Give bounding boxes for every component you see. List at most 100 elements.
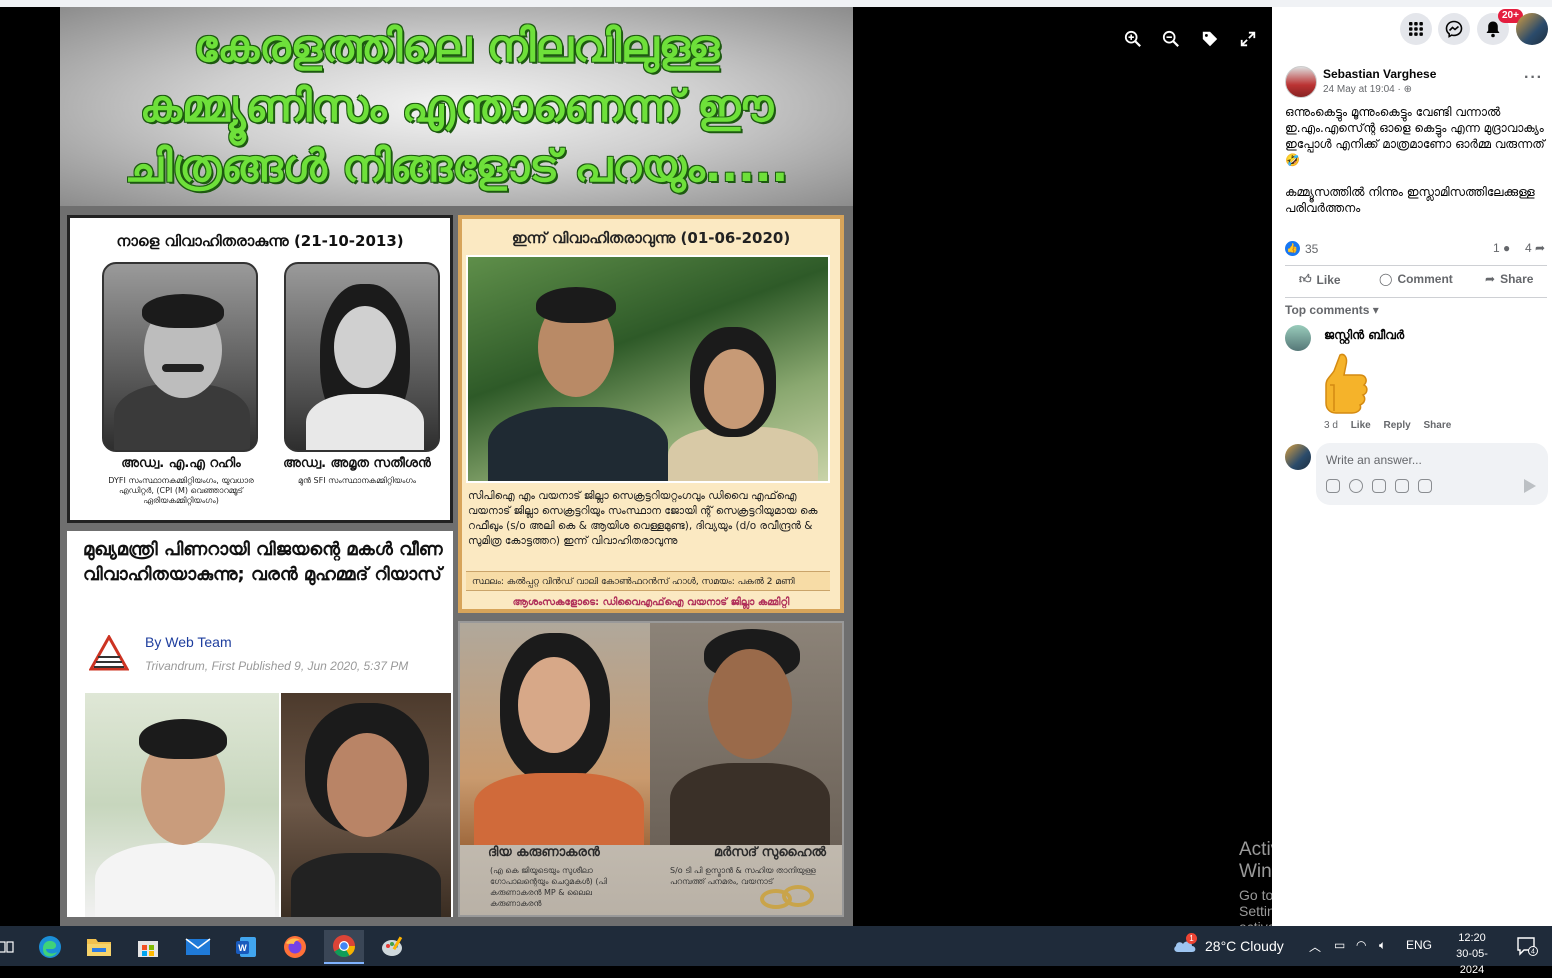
comment-icon: ◯ [1379, 272, 1393, 286]
reply-tools [1326, 479, 1432, 493]
like-label: Like [1316, 272, 1341, 287]
commenter-name[interactable]: ജസ്റ്റിൻ ബീവർ [1324, 328, 1404, 343]
article-meta: Trivandrum, First Published 9, Jun 2020,… [145, 659, 409, 673]
thumbs-up-icon: 👍︎ [1299, 272, 1312, 286]
meet-now-icon[interactable]: ▭ [1334, 938, 1345, 952]
wedding-notice-2013: നാളെ വിവാഹിതരാകുന്നു (21-10-2013) അഡ്വ. … [67, 215, 453, 523]
chevron-up-icon[interactable]: ︿ [1309, 938, 1321, 955]
ring-icon [782, 885, 814, 907]
comment-sort-dropdown[interactable]: Top comments ▾ [1285, 303, 1379, 317]
weather-text[interactable]: 28°C Cloudy [1205, 938, 1284, 954]
bride-name: അഡ്വ. അമൃത സതീശൻ [283, 456, 431, 471]
notice-venue: സ്ഥലം: കൽപ്പറ്റ വിൻഡ് വാലി കോൺഫറൻസ് ഹാൾ,… [466, 571, 830, 591]
share-arrow-icon: ➦ [1531, 241, 1546, 255]
divider [1285, 297, 1547, 298]
store-icon[interactable] [128, 930, 168, 964]
comment-like-button[interactable]: Like [1351, 420, 1371, 431]
zoom-in-icon[interactable] [1119, 25, 1147, 53]
notice-greeting: ആശംസകളോടെ: ഡിവൈഎഫ്ഐ വയനാട് ജില്ലാ കമ്മിറ… [512, 597, 790, 608]
action-center-count: 4 [1531, 949, 1535, 956]
share-icon: ➦ [1485, 272, 1496, 286]
comment-count[interactable]: 1 ● [1493, 241, 1510, 255]
clock-time: 12:20 [1458, 932, 1486, 944]
article-headline: മുഖ്യമന്ത്രി പിണറായി വിജയന്റെ മകൾ വീണ വി… [83, 539, 443, 585]
author-name[interactable]: Sebastian Varghese [1323, 67, 1436, 81]
action-center-icon[interactable]: 4 [1516, 936, 1538, 956]
photo-viewer: കേരളത്തിലെ നിലവിലുള്ള കമ്മ്യൂണിസം എന്താണ… [0, 7, 1316, 951]
camera-icon[interactable] [1372, 479, 1386, 493]
asianet-logo-icon [89, 635, 129, 671]
edge-icon[interactable] [30, 930, 70, 964]
messenger-icon[interactable] [1438, 13, 1470, 45]
chevron-down-icon: ▾ [1372, 303, 1379, 317]
paint-icon[interactable] [373, 930, 413, 964]
bride-photo [460, 623, 650, 845]
post-timestamp[interactable]: 24 May at 19:04 · ⊕ [1323, 84, 1412, 95]
comment-sort-label: Top comments [1285, 303, 1370, 317]
like-count[interactable]: 35 [1305, 242, 1318, 256]
menu-grid-icon[interactable] [1400, 13, 1432, 45]
notice-body: സിപിഐ എം വയനാട് ജില്ലാ സെക്രട്ടറിയറ്റംഗവ… [468, 490, 818, 547]
divider [1285, 265, 1547, 266]
groom-photo [650, 623, 842, 845]
speaker-muted-icon[interactable]: 🔈︎ [1379, 938, 1386, 953]
post-actions: 👍︎ Like ◯ Comment ➦ Share [1285, 269, 1547, 295]
groom-description: DYFI സംസ്ഥാനകമ്മിറ്റിയംഗം, യുവധാര എഡിറ്റ… [108, 476, 254, 505]
wedding-notice-photos: ദിയ കരുണാകരൻ (എ കെ ജിയുടെയും സുശീലാ ഗോപാ… [458, 621, 844, 917]
send-icon[interactable] [1524, 479, 1536, 493]
reply-box[interactable] [1316, 443, 1548, 505]
clock-date: 30-05-2024 [1456, 948, 1488, 976]
author-avatar[interactable] [1285, 66, 1317, 98]
comment-reply-button[interactable]: Reply [1383, 420, 1410, 431]
chrome-icon[interactable] [324, 930, 364, 964]
emoji-icon[interactable] [1349, 479, 1363, 493]
bride-photo [284, 262, 440, 452]
comment-button[interactable]: ◯ Comment [1379, 272, 1453, 286]
comment-count-value: 1 [1493, 241, 1500, 255]
bride-description: (എ കെ ജിയുടെയും സുശീലാ ഗോപാലന്റെയും ചെറു… [490, 866, 608, 908]
share-count[interactable]: 4 ➦ [1525, 241, 1545, 255]
share-button[interactable]: ➦ Share [1485, 272, 1533, 286]
gif-icon[interactable] [1395, 479, 1409, 493]
post-image[interactable]: കേരളത്തിലെ നിലവിലുള്ള കമ്മ്യൂണിസം എന്താണ… [60, 7, 853, 926]
wedding-notice-2020: ഇന്ന് വിവാഹിതരാവുന്നു (01-06-2020) സിപിഐ… [458, 215, 844, 613]
top-nav: 20+ [1272, 7, 1552, 53]
banner-line-3: ചിത്രങ്ങൾ നിങ്ങളോട് പറയും..... [124, 140, 789, 192]
notice-heading: നാളെ വിവാഹിതരാകുന്നു (21-10-2013) [116, 232, 404, 250]
like-reaction-icon: 👍 [1285, 241, 1300, 256]
firefox-icon[interactable] [275, 930, 315, 964]
image-banner: കേരളത്തിലെ നിലവിലുള്ള കമ്മ്യൂണിസം എന്താണ… [60, 7, 853, 206]
reply-input[interactable] [1326, 451, 1536, 469]
comment-time[interactable]: 3 d [1324, 420, 1338, 431]
bride-name: ദിയ കരുണാകരൻ [488, 845, 600, 860]
news-article-card: മുഖ്യമന്ത്രി പിണറായി വിജയന്റെ മകൾ വീണ വി… [67, 531, 453, 917]
avatar-sticker-icon[interactable] [1326, 479, 1340, 493]
comment-actions: 3 d Like Reply Share [1324, 420, 1461, 431]
like-button[interactable]: 👍︎ Like [1299, 272, 1341, 287]
tag-icon[interactable] [1196, 25, 1224, 53]
article-byline: By Web Team [145, 634, 232, 650]
network-icon[interactable]: ◠ [1356, 938, 1366, 952]
commenter-avatar[interactable] [1285, 325, 1311, 351]
language-indicator[interactable]: ENG [1406, 938, 1432, 952]
post-sidebar: 20+ Sebastian Varghese 24 May at 19:04 ·… [1272, 7, 1552, 926]
task-view-icon[interactable] [0, 930, 26, 964]
post-paragraph: കമ്മ്യൂസത്തിൽ നിന്നും ഇസ്ലാമിസത്തിലേക്കു… [1285, 185, 1535, 215]
post-time: 24 May at 19:04 · [1323, 84, 1404, 95]
mail-icon[interactable] [178, 930, 218, 964]
more-options-icon[interactable]: ··· [1524, 69, 1543, 87]
banner-line-2: കമ്മ്യൂണിസം എന്താണെന്ന് ഈ [139, 80, 774, 132]
sticker-icon[interactable] [1418, 479, 1432, 493]
weather-alert-badge: 1 [1186, 933, 1197, 944]
file-explorer-icon[interactable] [79, 930, 119, 964]
word-icon[interactable]: W [226, 930, 266, 964]
woman-photo [281, 693, 451, 917]
share-count-value: 4 [1525, 241, 1532, 255]
groom-photo [102, 262, 258, 452]
comment-bubble-icon: ● [1499, 241, 1511, 255]
clock[interactable]: 12:20 30-05-2024 [1444, 930, 1500, 978]
fullscreen-icon[interactable] [1234, 25, 1262, 53]
comment-share-button[interactable]: Share [1424, 420, 1452, 431]
account-avatar[interactable] [1516, 13, 1548, 45]
zoom-out-icon[interactable] [1157, 25, 1185, 53]
